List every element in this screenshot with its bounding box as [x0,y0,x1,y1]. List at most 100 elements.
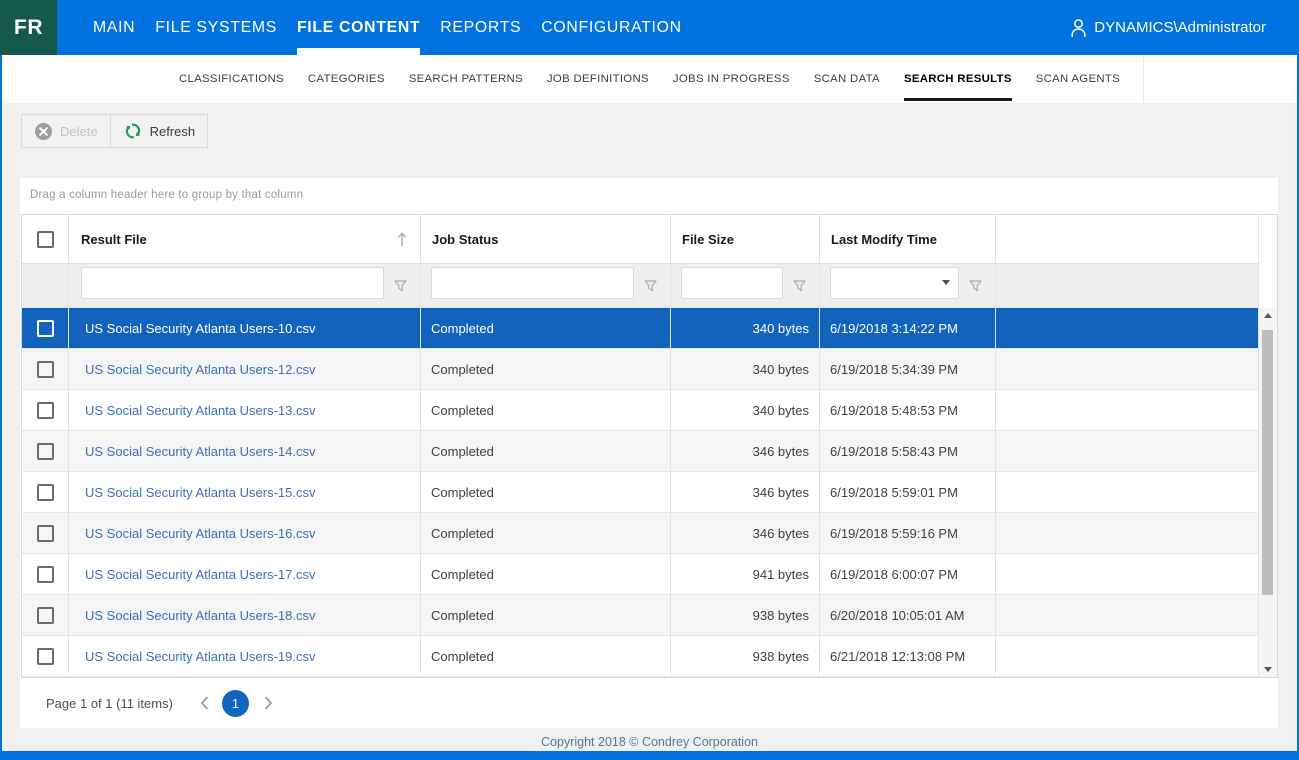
main-nav-item-file-content[interactable]: FILE CONTENT [287,0,430,55]
row-checkbox[interactable] [37,566,54,583]
result-file-link[interactable]: US Social Security Atlanta Users-18.csv [85,608,315,623]
cell-last-modify-time: 6/19/2018 5:34:39 PM [820,349,996,389]
row-checkbox-cell [22,472,69,512]
select-all-checkbox[interactable] [37,231,54,248]
column-header-last-modify-time[interactable]: Last Modify Time [820,215,996,263]
main-nav-item-reports[interactable]: REPORTS [430,0,531,55]
table-row-4[interactable]: US Social Security Atlanta Users-14.csv C… [22,431,1259,472]
row-checkbox[interactable] [37,443,54,460]
filter-input-file-size[interactable] [681,267,783,299]
filter-input-last-modify-time[interactable] [830,267,959,299]
sub-nav-item-search-patterns[interactable]: SEARCH PATTERNS [397,55,535,103]
grid-panel: Drag a column header here to group by th… [20,178,1278,728]
refresh-button[interactable]: Refresh [110,114,209,148]
main-nav-item-configuration[interactable]: CONFIGURATION [531,0,691,55]
main-nav: MAINFILE SYSTEMSFILE CONTENTREPORTSCONFI… [83,0,692,55]
row-checkbox[interactable] [37,361,54,378]
column-header-label: Result File [81,232,147,247]
person-icon [1070,18,1087,37]
table-header-row: Result File Job Status File Size Last Mo… [22,215,1259,264]
row-checkbox[interactable] [37,402,54,419]
sub-nav-item-search-results[interactable]: SEARCH RESULTS [892,55,1024,103]
cell-empty [996,636,1259,676]
result-file-link[interactable]: US Social Security Atlanta Users-14.csv [85,444,315,459]
filter-funnel-icon[interactable] [644,280,657,292]
cell-file-size: 938 bytes [671,636,820,676]
cell-file-size: 941 bytes [671,554,820,594]
group-by-panel[interactable]: Drag a column header here to group by th… [20,178,1278,214]
cell-last-modify-time: 6/19/2018 5:59:01 PM [820,472,996,512]
cell-job-status: Completed [421,472,671,512]
result-file-link[interactable]: US Social Security Atlanta Users-19.csv [85,649,315,664]
sub-nav-item-job-definitions[interactable]: JOB DEFINITIONS [535,55,661,103]
scrollbar-thumb[interactable] [1262,330,1273,595]
filter-funnel-icon[interactable] [969,280,982,292]
cell-result-file: US Social Security Atlanta Users-18.csv [69,595,421,635]
main-nav-item-main[interactable]: MAIN [83,0,145,55]
cell-file-size: 340 bytes [671,390,820,430]
result-file-link[interactable]: US Social Security Atlanta Users-17.csv [85,567,315,582]
sub-nav-item-categories[interactable]: CATEGORIES [296,55,397,103]
filter-cell-file-size [671,264,820,307]
table-row-6[interactable]: US Social Security Atlanta Users-16.csvC… [22,513,1259,554]
main-nav-item-file-systems[interactable]: FILE SYSTEMS [145,0,287,55]
filter-input-result-file[interactable] [81,267,384,299]
cell-job-status: Completed [421,431,671,471]
cell-job-status: Completed [421,595,671,635]
filter-cell-result-file [69,264,421,307]
user-menu[interactable]: DYNAMICS\Administrator [1070,0,1266,55]
table-row-2[interactable]: US Social Security Atlanta Users-12.csv C… [22,349,1259,390]
filter-row [22,264,1259,308]
results-table: Result File Job Status File Size Last Mo… [21,214,1278,678]
vertical-scrollbar[interactable] [1259,308,1277,677]
row-checkbox[interactable] [37,525,54,542]
table-row-5[interactable]: US Social Security Atlanta Users-15.csv C… [22,472,1259,513]
filter-input-job-status[interactable] [431,267,634,299]
previous-page-button[interactable] [200,696,210,710]
table-row-8[interactable]: US Social Security Atlanta Users-18.csv C… [22,595,1259,636]
result-file-link[interactable]: US Social Security Atlanta Users-15.csv [85,485,315,500]
cell-empty [996,595,1259,635]
table-row-3[interactable]: US Social Security Atlanta Users-13.csv C… [22,390,1259,431]
cell-job-status: Completed [421,349,671,389]
delete-button[interactable]: Delete [21,114,111,148]
next-page-button[interactable] [263,696,273,710]
row-checkbox[interactable] [37,320,54,337]
top-navigation-bar: FR MAINFILE SYSTEMSFILE CONTENTREPORTSCO… [0,0,1299,55]
result-file-link[interactable]: US Social Security Atlanta Users-13.csv [85,403,315,418]
cell-empty [996,513,1259,553]
row-checkbox[interactable] [37,607,54,624]
scroll-up-arrow[interactable] [1259,308,1277,323]
sub-nav-item-jobs-in-progress[interactable]: JOBS IN PROGRESS [661,55,802,103]
cell-empty [996,431,1259,471]
result-file-link[interactable]: US Social Security Atlanta Users-16.csv [85,526,315,541]
filter-funnel-icon[interactable] [793,280,806,292]
cell-job-status: Completed [421,308,671,348]
table-row-1[interactable]: US Social Security Atlanta Users-10.csv C… [22,308,1259,349]
column-header-job-status[interactable]: Job Status [421,215,671,263]
cell-last-modify-time: 6/20/2018 10:05:01 AM [820,595,996,635]
cell-job-status: Completed [421,636,671,676]
row-checkbox[interactable] [37,648,54,665]
cell-empty [996,554,1259,594]
row-checkbox[interactable] [37,484,54,501]
sub-nav-item-classifications[interactable]: CLASSIFICATIONS [167,55,296,103]
column-header-result-file[interactable]: Result File [69,215,421,263]
app-logo[interactable]: FR [0,0,57,55]
row-checkbox-cell [22,554,69,594]
cell-empty [996,472,1259,512]
result-file-link[interactable]: US Social Security Atlanta Users-10.csv [85,321,315,336]
filter-funnel-icon[interactable] [394,280,407,292]
result-file-link[interactable]: US Social Security Atlanta Users-12.csv [85,362,315,377]
scroll-down-arrow[interactable] [1259,662,1277,677]
cell-empty [996,390,1259,430]
table-row-7[interactable]: US Social Security Atlanta Users-17.csvC… [22,554,1259,595]
column-header-label: Job Status [432,232,498,247]
cell-file-size: 346 bytes [671,431,820,471]
page-1-button[interactable]: 1 [222,690,249,717]
column-header-file-size[interactable]: File Size [671,215,820,263]
sub-nav-item-scan-agents[interactable]: SCAN AGENTS [1024,55,1132,103]
sub-nav-item-scan-data[interactable]: SCAN DATA [802,55,892,103]
table-row-9[interactable]: US Social Security Atlanta Users-19.csv C… [22,636,1259,677]
cell-job-status: Completed [421,390,671,430]
